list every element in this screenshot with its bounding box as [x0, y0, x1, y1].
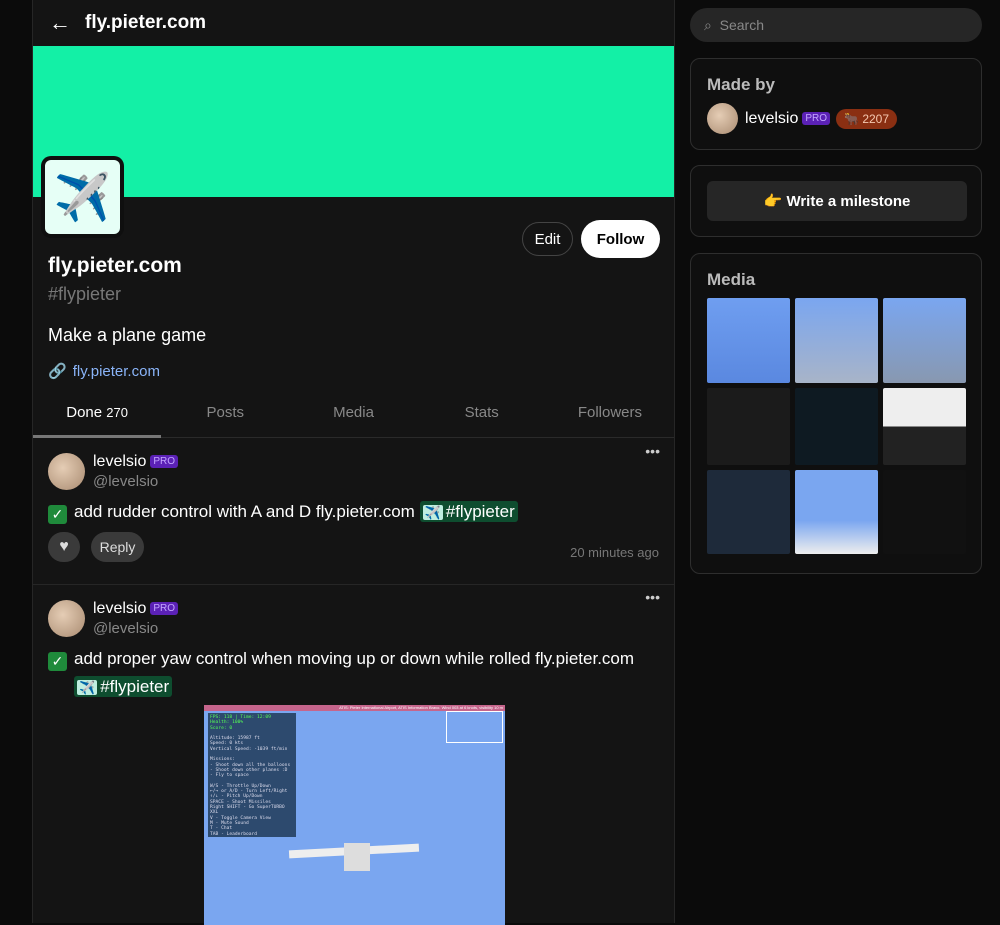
write-milestone-button[interactable]: 👉 Write a milestone: [707, 181, 967, 221]
post-screenshot[interactable]: ATIS: Pieter International Airport, ATIS…: [204, 705, 505, 925]
made-by-card: Made by levelsio PRO 🐂 2207: [690, 58, 982, 150]
post: levelsio PRO @levelsio ••• ✓ add proper ya…: [33, 585, 674, 925]
project-name: fly.pieter.com: [48, 254, 182, 277]
hud-line: TAB - Leaderboard: [210, 831, 258, 837]
edit-button[interactable]: Edit: [522, 222, 573, 256]
project-link-text[interactable]: fly.pieter.com: [73, 363, 160, 380]
main-column: ← fly.pieter.com ✈️ Edit Follow fly.piet…: [32, 0, 675, 925]
airplane-icon: ✈️: [422, 505, 443, 520]
hud-line: Vertical Speed: -1039 ft/min: [210, 746, 288, 752]
media-thumbnail[interactable]: [795, 388, 878, 465]
media-thumbnail[interactable]: [883, 388, 966, 465]
airplane-icon: ✈️: [45, 160, 120, 234]
tab-media[interactable]: Media: [289, 396, 417, 437]
media-thumbnail[interactable]: [883, 298, 966, 383]
username[interactable]: levelsio: [745, 110, 798, 127]
media-thumbnail[interactable]: [795, 470, 878, 554]
post-text: ✓ add proper yaw control when moving up o…: [48, 645, 663, 702]
heart-icon[interactable]: ♥: [48, 532, 80, 562]
project-description: Make a plane game: [48, 325, 207, 345]
media-thumbnail[interactable]: [883, 470, 966, 554]
hashtag-link[interactable]: ✈️ #flypieter: [74, 676, 173, 697]
avatar[interactable]: [48, 600, 85, 637]
post: levelsio PRO @levelsio ••• ✓ add rudder co…: [33, 439, 674, 585]
media-thumbnail[interactable]: [707, 298, 790, 383]
minimap: [446, 711, 503, 743]
milestone-card: 👉 Write a milestone: [690, 165, 982, 237]
maker[interactable]: levelsio PRO 🐂 2207: [745, 109, 898, 129]
check-icon: ✓: [48, 652, 67, 671]
media-thumbnail[interactable]: [707, 470, 790, 554]
avatar[interactable]: [707, 103, 738, 134]
tab-label: Done: [66, 404, 103, 421]
project-logo: ✈️: [41, 156, 124, 238]
tab-bar: Done 270 Posts Media Stats Followers: [33, 396, 674, 438]
game-hud: FPS: 118 | Time: 12:09 Health: 100% Score:…: [208, 713, 296, 837]
tab-stats[interactable]: Stats: [418, 396, 546, 437]
post-time: 20 minutes ago: [570, 545, 659, 560]
post-handle[interactable]: @levelsio: [93, 473, 158, 490]
card-title: Made by: [707, 75, 776, 94]
username[interactable]: levelsio: [93, 600, 146, 617]
hud-line: Right SHIFT - Go SuperTURBO XXL: [210, 805, 285, 816]
project-hashtag[interactable]: #flypieter: [48, 284, 121, 305]
media-thumbnail[interactable]: [795, 298, 878, 383]
arrow-left-icon[interactable]: ←: [49, 10, 85, 36]
tab-done[interactable]: Done 270: [33, 396, 162, 438]
post-body: add rudder control with A and D fly.piet…: [74, 502, 415, 521]
post-text: ✓ add rudder control with A and D fly.pie…: [48, 498, 663, 527]
follow-button[interactable]: Follow: [581, 220, 660, 258]
page-title: fly.pieter.com: [85, 12, 207, 33]
tab-count: 270: [106, 405, 128, 420]
hashtag-link[interactable]: ✈️ #flypieter: [419, 501, 518, 522]
pro-badge: PRO: [150, 455, 179, 468]
more-icon[interactable]: •••: [645, 443, 660, 459]
post-handle[interactable]: @levelsio: [93, 620, 158, 637]
tab-posts[interactable]: Posts: [161, 396, 289, 437]
search-input[interactable]: ⌕ Search: [690, 8, 982, 42]
reply-button[interactable]: Reply: [91, 532, 144, 562]
card-title: Media: [707, 270, 756, 289]
media-card: Media: [690, 253, 982, 574]
karma-count: 2207: [862, 112, 890, 126]
tab-followers[interactable]: Followers: [546, 396, 674, 437]
karma-badge: 🐂 2207: [836, 109, 898, 129]
project-link[interactable]: 🔗 fly.pieter.com: [48, 362, 160, 380]
post-body: add proper yaw control when moving up or…: [74, 649, 635, 668]
bull-icon: 🐂: [844, 112, 859, 126]
more-icon[interactable]: •••: [645, 589, 660, 605]
search-icon: ⌕: [704, 17, 712, 33]
pro-badge: PRO: [802, 112, 831, 125]
profile-banner: [33, 46, 674, 197]
media-thumbnail[interactable]: [707, 388, 790, 465]
hashtag-text[interactable]: #flypieter: [446, 502, 515, 521]
post-user[interactable]: levelsio PRO: [93, 453, 179, 471]
search-placeholder: Search: [719, 17, 764, 33]
media-grid: [707, 298, 966, 554]
hashtag-text[interactable]: #flypieter: [100, 677, 169, 696]
username[interactable]: levelsio: [93, 453, 146, 470]
check-icon: ✓: [48, 505, 67, 524]
link-icon: 🔗: [48, 363, 67, 380]
header: ← fly.pieter.com: [33, 0, 674, 46]
post-user[interactable]: levelsio PRO: [93, 600, 179, 618]
plane-body: [344, 843, 370, 871]
pro-badge: PRO: [150, 602, 179, 615]
airplane-icon: ✈️: [77, 680, 98, 695]
avatar[interactable]: [48, 453, 85, 490]
